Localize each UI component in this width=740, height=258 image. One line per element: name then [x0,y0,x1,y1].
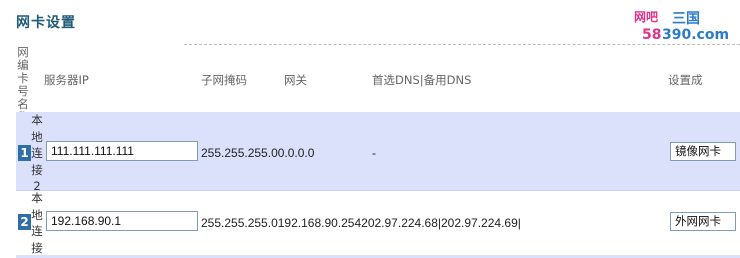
adapter-name: 本 地 连 接 2 [31,113,43,193]
page-title: 网卡设置 [16,15,76,31]
row-separator [16,190,740,191]
adapter-name: 本 地 连 接 [31,191,43,255]
site-logo: 网吧 三国 58 390.com [634,10,729,42]
dns-value: - [372,146,376,160]
server-ip-input[interactable]: 111.111.111.111 [46,141,198,161]
subnet-gateway-value: 255.255.255.00.0.0.0 [201,146,315,160]
subnet-gateway-dns-value: 255.255.255.0192.168.90.254202.97.224.68… [201,216,521,230]
header-set-as: 设置成 [668,73,703,87]
header-gateway: 网关 [284,73,307,87]
header-subnet: 子网掩码 [201,73,247,87]
svg-text:三国: 三国 [672,11,700,27]
header-divider [184,44,740,45]
set-as-select[interactable]: 镜像网卡 [670,142,736,161]
header-server-ip: 服务器IP [44,73,89,87]
svg-text:网吧: 网吧 [634,10,658,24]
set-as-select[interactable]: 外网网卡 [670,212,736,231]
server-ip-input[interactable]: 192.168.90.1 [46,211,198,231]
svg-text:390.com: 390.com [662,27,729,42]
svg-text:58: 58 [642,27,661,42]
header-dns: 首选DNS|备用DNS [372,73,472,87]
